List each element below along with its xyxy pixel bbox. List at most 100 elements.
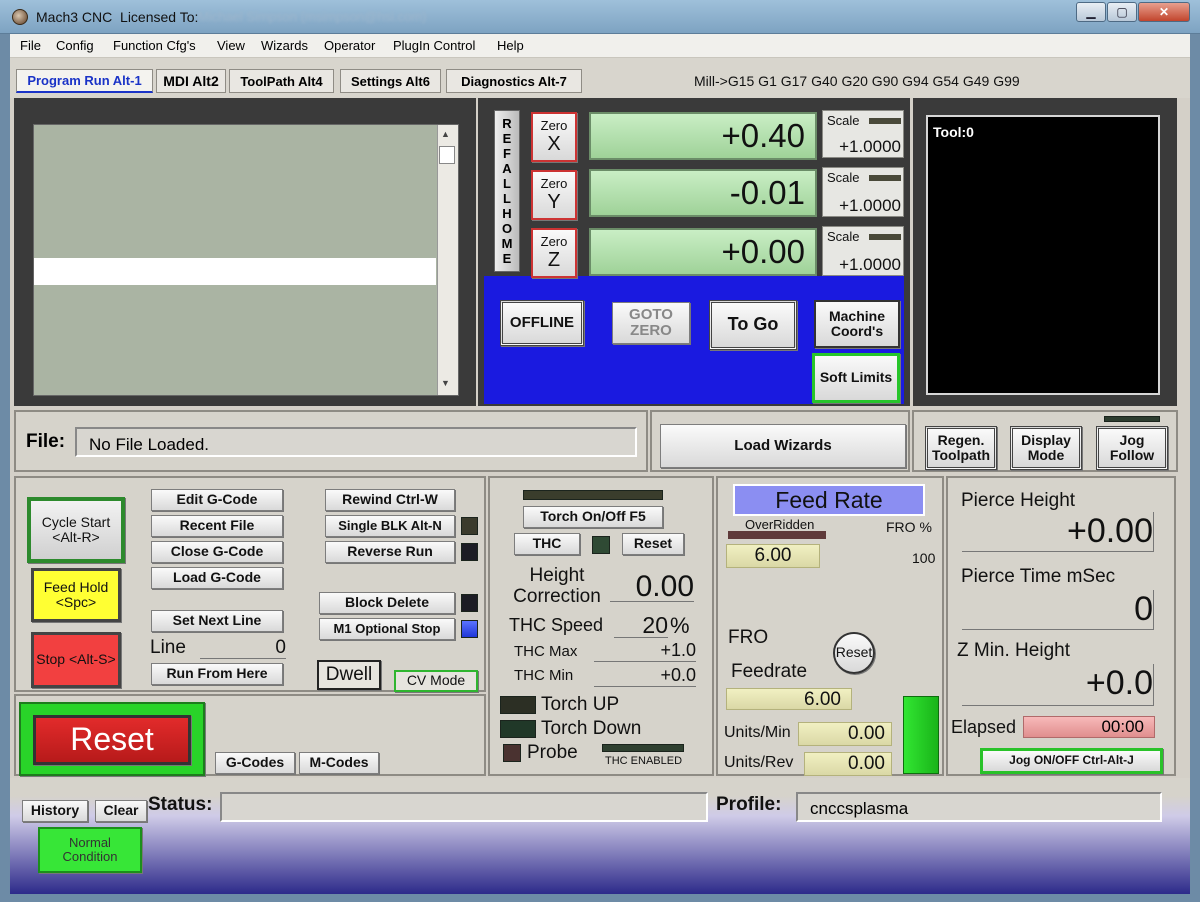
display-mode-button[interactable]: Display Mode: [1010, 426, 1082, 470]
tab-toolpath[interactable]: ToolPath Alt4: [229, 69, 334, 93]
zero-y-button[interactable]: Zero Y: [531, 170, 577, 220]
mcodes-button[interactable]: M-Codes: [299, 752, 379, 774]
m1-optional-stop-button[interactable]: M1 Optional Stop: [319, 618, 455, 640]
regen-toolpath-button[interactable]: Regen. Toolpath: [925, 426, 997, 470]
menu-function-cfgs[interactable]: Function Cfg's: [113, 38, 196, 53]
tab-settings[interactable]: Settings Alt6: [340, 69, 441, 93]
scroll-down-icon[interactable]: ▼: [441, 378, 450, 388]
dro-x[interactable]: +0.40: [589, 112, 817, 160]
pierce-height-value[interactable]: +0.00: [962, 512, 1154, 552]
block-delete-button[interactable]: Block Delete: [319, 592, 455, 614]
line-number-field[interactable]: 0: [200, 637, 286, 659]
rewind-button[interactable]: Rewind Ctrl-W: [325, 489, 455, 511]
reverse-run-button[interactable]: Reverse Run: [325, 541, 455, 563]
jog-follow-button[interactable]: Jog Follow: [1096, 426, 1168, 470]
stop-button[interactable]: Stop <Alt-S>: [31, 632, 121, 688]
jog-follow-led: [1104, 416, 1160, 422]
thc-min-label: THC Min: [514, 667, 574, 684]
height-correction-label: Height Correction: [513, 565, 601, 607]
jog-on-off-button[interactable]: Jog ON/OFF Ctrl-Alt-J: [980, 748, 1163, 774]
menu-config[interactable]: Config: [56, 38, 94, 53]
thc-speed-value[interactable]: 20: [614, 612, 668, 638]
z-min-height-value[interactable]: +0.0: [962, 664, 1154, 706]
menu-plugin-control[interactable]: PlugIn Control: [393, 38, 475, 53]
torch-on-off-button[interactable]: Torch On/Off F5: [523, 506, 663, 528]
edit-gcode-button[interactable]: Edit G-Code: [151, 489, 283, 511]
fro-reset-button[interactable]: Reset: [833, 632, 875, 674]
zero-label: Zero: [540, 175, 568, 191]
menu-view[interactable]: View: [217, 38, 245, 53]
thc-speed-unit: %: [670, 613, 690, 638]
thc-reset-button[interactable]: Reset: [622, 533, 684, 555]
feed-override-slider[interactable]: [903, 696, 939, 774]
gcode-scrollbar[interactable]: [437, 125, 458, 395]
tab-mdi[interactable]: MDI Alt2: [156, 69, 226, 93]
file-name-field: No File Loaded.: [75, 427, 637, 457]
menu-file[interactable]: File: [20, 38, 41, 53]
load-gcode-button[interactable]: Load G-Code: [151, 567, 283, 589]
minimize-icon: ▁: [1086, 5, 1096, 19]
machine-coords-button[interactable]: Machine Coord's: [814, 300, 900, 348]
zero-z-button[interactable]: Zero Z: [531, 228, 577, 278]
scroll-thumb[interactable]: [439, 146, 455, 164]
menu-wizards[interactable]: Wizards: [261, 38, 308, 53]
fro-pct-value: 100: [912, 550, 936, 566]
feed-hold-button[interactable]: Feed Hold <Spc>: [31, 568, 121, 622]
clear-button[interactable]: Clear: [95, 800, 147, 822]
thc-max-value[interactable]: +1.0: [594, 640, 696, 662]
gcodes-button[interactable]: G-Codes: [215, 752, 295, 774]
menu-help[interactable]: Help: [497, 38, 524, 53]
menu-operator[interactable]: Operator: [324, 38, 375, 53]
scroll-up-icon[interactable]: ▲: [441, 129, 450, 139]
pierce-time-value[interactable]: 0: [962, 590, 1154, 630]
feed-rate-title: Feed Rate: [733, 484, 925, 516]
overridden-led: [728, 531, 826, 539]
soft-limits-button[interactable]: Soft Limits: [812, 353, 900, 403]
tool-display[interactable]: [926, 115, 1160, 395]
elapsed-time-value: 00:00: [1023, 716, 1155, 738]
tab-program-run[interactable]: Program Run Alt-1: [16, 69, 153, 93]
offline-button[interactable]: OFFLINE: [500, 300, 584, 346]
scale-led: [869, 234, 901, 240]
overridden-feed-value: 6.00: [726, 544, 820, 568]
maximize-icon: ▢: [1116, 5, 1128, 19]
close-button[interactable]: ✕: [1138, 2, 1190, 22]
tool-label: Tool:0: [933, 124, 974, 140]
cycle-start-button[interactable]: Cycle Start <Alt-R>: [27, 497, 125, 563]
goto-zero-button[interactable]: GOTO ZERO: [612, 302, 690, 344]
profile-label: Profile:: [716, 794, 782, 815]
thc-enabled-led: [602, 744, 684, 752]
m1-optional-stop-led: [461, 620, 478, 638]
feedrate-value[interactable]: 6.00: [726, 688, 852, 710]
ref-char: H: [502, 206, 512, 221]
history-button[interactable]: History: [22, 800, 88, 822]
reset-button[interactable]: Reset: [33, 715, 191, 765]
scale-led: [869, 118, 901, 124]
set-next-line-button[interactable]: Set Next Line: [151, 610, 283, 632]
status-field: [220, 792, 708, 822]
dro-y[interactable]: -0.01: [589, 169, 817, 217]
minimize-button[interactable]: ▁: [1076, 2, 1106, 22]
load-wizards-button[interactable]: Load Wizards: [660, 424, 906, 468]
thc-min-value[interactable]: +0.0: [594, 665, 696, 687]
ref-all-home-button[interactable]: R E F A L L H O M E: [494, 110, 520, 272]
scale-label: Scale: [827, 229, 860, 244]
close-icon: ✕: [1158, 5, 1170, 19]
maximize-button[interactable]: ▢: [1107, 2, 1137, 22]
dro-z[interactable]: +0.00: [589, 228, 817, 276]
to-go-button[interactable]: To Go: [709, 300, 797, 350]
recent-file-button[interactable]: Recent File: [151, 515, 283, 537]
probe-led: [503, 744, 521, 762]
single-block-button[interactable]: Single BLK Alt-N: [325, 515, 455, 537]
zero-label: Zero: [540, 117, 568, 133]
thc-max-label: THC Max: [514, 643, 578, 660]
tab-diagnostics[interactable]: Diagnostics Alt-7: [446, 69, 582, 93]
run-from-here-button[interactable]: Run From Here: [151, 663, 283, 685]
scale-z: Scale +1.0000: [822, 226, 904, 276]
probe-label: Probe: [527, 742, 578, 763]
thc-button[interactable]: THC: [514, 533, 580, 555]
torch-on-led: [523, 490, 663, 500]
close-gcode-button[interactable]: Close G-Code: [151, 541, 283, 563]
zero-x-button[interactable]: Zero X: [531, 112, 577, 162]
gcode-current-line-highlight: [34, 258, 436, 285]
